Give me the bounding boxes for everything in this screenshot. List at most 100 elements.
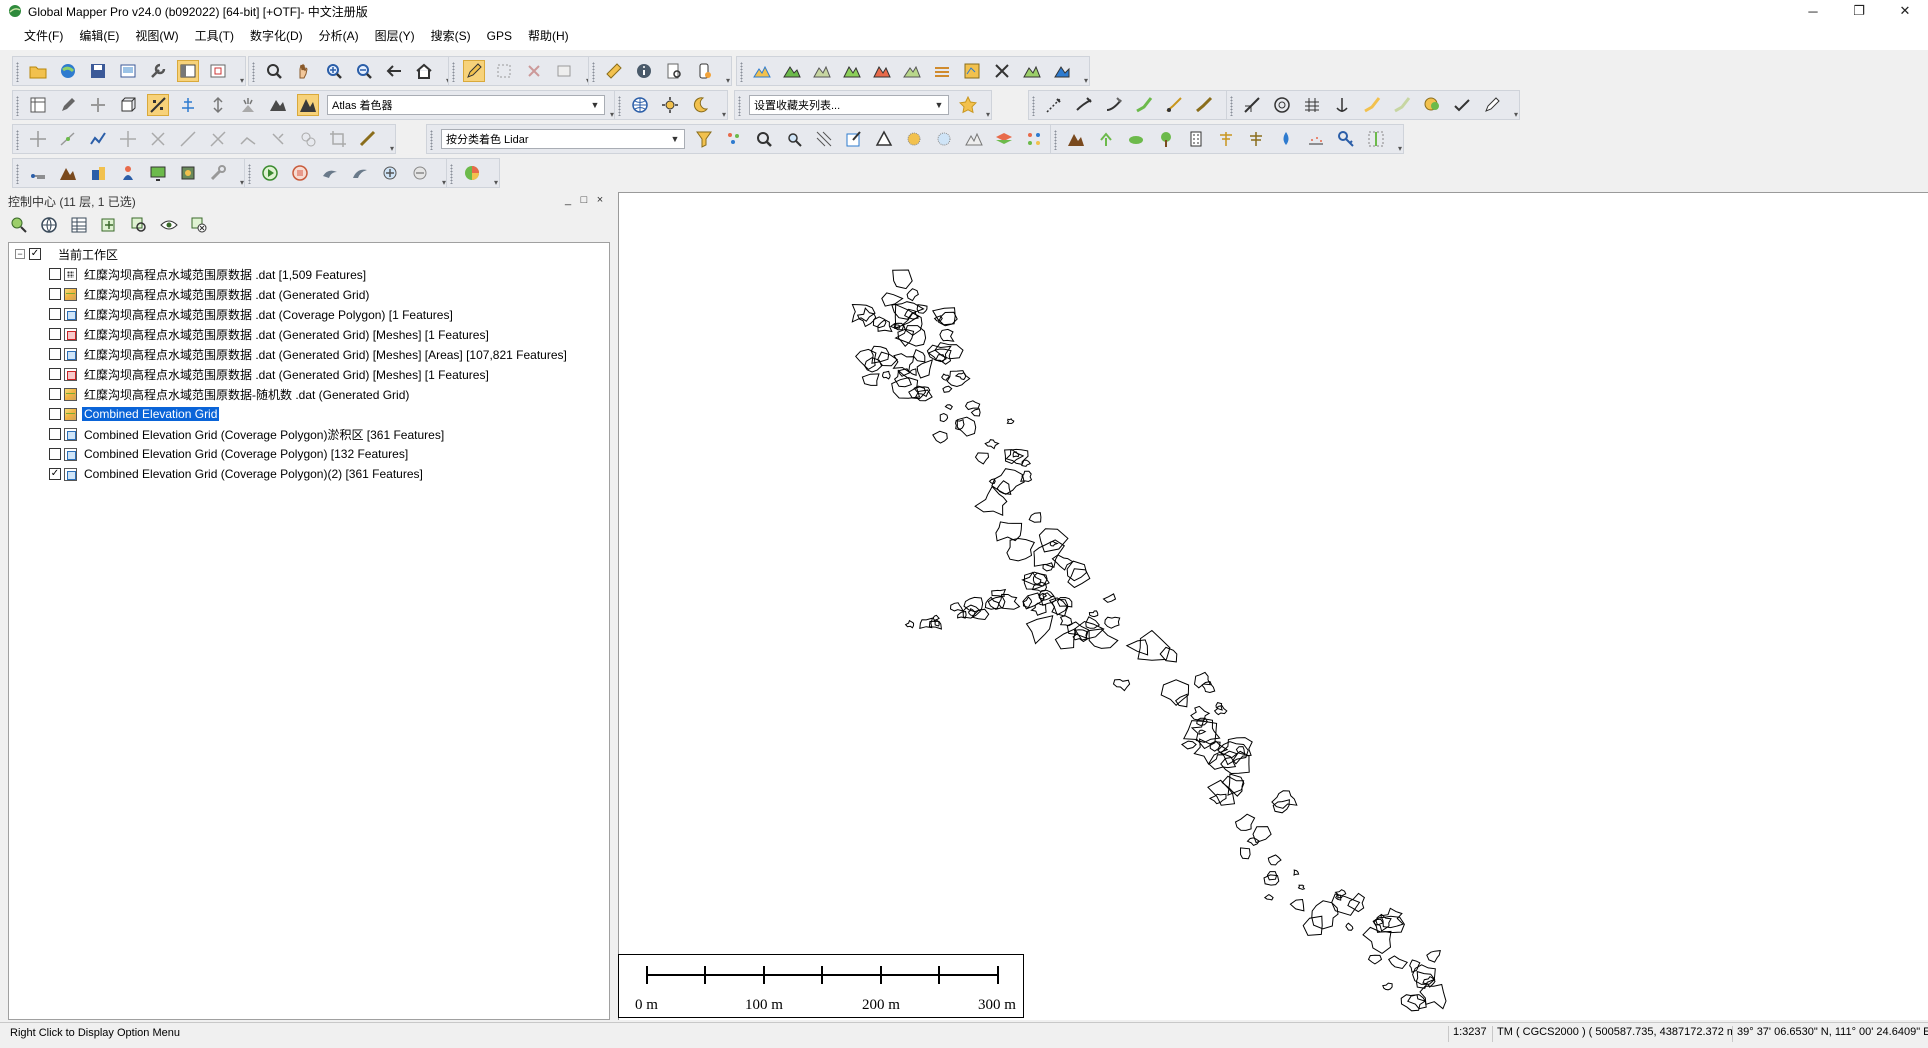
coverage-polygon[interactable] [932, 307, 956, 326]
coverage-polygon[interactable] [889, 322, 904, 331]
coverage-polygon[interactable] [944, 404, 953, 411]
contour-icon[interactable] [841, 60, 863, 82]
peaks-icon[interactable] [963, 128, 985, 150]
restore-button[interactable]: ❐ [1836, 0, 1882, 22]
attribute-grid-icon[interactable] [553, 60, 575, 82]
coverage-polygon[interactable] [954, 418, 965, 431]
projection-globe-icon[interactable] [38, 214, 60, 236]
coverage-polygon[interactable] [1051, 554, 1074, 571]
close-layer-icon[interactable] [188, 214, 210, 236]
vegetation-low-icon[interactable] [1095, 128, 1117, 150]
coverage-polygon[interactable] [939, 328, 955, 342]
move-cross-icon[interactable] [117, 128, 139, 150]
add-vertex-icon[interactable] [57, 128, 79, 150]
coverage-polygon[interactable] [942, 385, 953, 393]
coverage-polygon[interactable] [1198, 729, 1207, 735]
layer-checkbox[interactable] [49, 428, 61, 440]
coverage-polygon[interactable] [1367, 954, 1383, 965]
feature-split-icon[interactable] [87, 94, 109, 116]
vertical-exag-icon[interactable] [207, 94, 229, 116]
lidar-points-icon[interactable] [723, 128, 745, 150]
coverage-polygon[interactable] [995, 521, 1023, 542]
layer-checkbox[interactable] [49, 268, 61, 280]
watershed-icon[interactable] [871, 60, 893, 82]
layer-checkbox[interactable]: ✓ [49, 468, 61, 480]
lighting-icon[interactable] [237, 94, 259, 116]
layer-row[interactable]: Combined Elevation Grid [49, 405, 220, 423]
profile-cross-icon[interactable] [1365, 128, 1387, 150]
building-icon[interactable] [1185, 128, 1207, 150]
collapse-icon[interactable]: − [15, 249, 25, 259]
layer-list-icon[interactable] [27, 94, 49, 116]
menu-help[interactable]: 帮助(H) [520, 22, 577, 50]
layer-options-icon[interactable] [98, 214, 120, 236]
combine-terrain-icon[interactable] [991, 60, 1013, 82]
layer-row[interactable]: ✓ Combined Elevation Grid (Coverage Polyg… [49, 465, 425, 483]
menu-layer[interactable]: 图层(Y) [367, 22, 423, 50]
coverage-polygon[interactable] [1028, 512, 1042, 523]
feature-info-icon[interactable] [633, 60, 655, 82]
metadata-icon[interactable] [8, 214, 30, 236]
gps-tool-icon[interactable] [207, 162, 229, 184]
shader-mountain-icon[interactable] [297, 94, 319, 116]
daylight-shader-icon[interactable] [659, 94, 681, 116]
cut-fill-icon[interactable] [811, 60, 833, 82]
save-icon[interactable] [87, 60, 109, 82]
point-line-icon[interactable] [1163, 94, 1185, 116]
coverage-polygon[interactable] [856, 307, 877, 328]
minimize-button[interactable]: ─ [1790, 0, 1836, 22]
coverage-polygon[interactable] [991, 588, 1007, 597]
coverage-polygon[interactable] [1267, 854, 1282, 866]
layer-row[interactable]: Combined Elevation Grid (Coverage Polygo… [49, 445, 410, 463]
grid-tool-icon[interactable] [1301, 94, 1323, 116]
coverage-polygon[interactable] [964, 400, 981, 411]
terrain-profile-icon[interactable] [751, 60, 773, 82]
menu-edit[interactable]: 编辑(E) [71, 22, 127, 50]
layer-checkbox[interactable] [49, 328, 61, 340]
power-pole-icon[interactable] [1215, 128, 1237, 150]
coverage-polygon[interactable] [1252, 826, 1272, 844]
close-button[interactable]: ✕ [1882, 0, 1928, 22]
globe-grid-icon[interactable] [629, 94, 651, 116]
layers-stack-icon[interactable] [993, 128, 1015, 150]
lidar-settings-icon[interactable] [1023, 128, 1045, 150]
layer-checkbox[interactable] [49, 308, 61, 320]
panel-close-button[interactable]: × [592, 192, 608, 208]
cluster-icon[interactable] [903, 128, 925, 150]
coverage-polygon[interactable] [1049, 541, 1059, 547]
coverage-polygon[interactable] [1104, 616, 1121, 629]
coverage-polygon[interactable] [954, 372, 967, 381]
layer-checkbox[interactable] [49, 448, 61, 460]
coverage-polygon[interactable] [1054, 627, 1077, 650]
coverage-polygon[interactable] [912, 349, 926, 363]
layer-row[interactable]: 红糜沟坝高程点水域范围原数据-随机数 .dat (Generated Grid) [49, 385, 411, 403]
path-profile-icon[interactable] [663, 60, 685, 82]
zoom-to-layer-icon[interactable] [128, 214, 150, 236]
menu-analysis[interactable]: 分析(A) [311, 22, 367, 50]
water-level-icon[interactable] [177, 94, 199, 116]
select-rect-icon[interactable] [493, 60, 515, 82]
zoom-in-icon[interactable] [323, 60, 345, 82]
coverage-polygon[interactable] [949, 602, 965, 612]
coverage-polygon[interactable] [1426, 950, 1441, 963]
coverage-polygon[interactable] [946, 370, 971, 388]
scale-icon[interactable] [297, 128, 319, 150]
coverage-polygon[interactable] [932, 430, 948, 444]
menu-search[interactable]: 搜索(S) [423, 22, 479, 50]
coverage-polygon[interactable] [1293, 869, 1300, 876]
coverage-polygon[interactable] [987, 595, 1006, 610]
triangle-icon[interactable] [873, 128, 895, 150]
coverage-polygon[interactable] [932, 614, 940, 621]
coverage-polygon[interactable] [974, 485, 1008, 516]
home-icon[interactable] [413, 60, 435, 82]
tower-icon[interactable] [1245, 128, 1267, 150]
layer-row[interactable]: 红糜沟坝高程点水域范围原数据 .dat [1,509 Features] [49, 265, 368, 283]
noise-icon[interactable] [1305, 128, 1327, 150]
config-wrench-icon[interactable] [147, 60, 169, 82]
pale-line-icon[interactable] [1391, 94, 1413, 116]
map-view[interactable] [618, 192, 1928, 1020]
coverage-polygon[interactable] [861, 373, 880, 386]
gps-building-icon[interactable] [87, 162, 109, 184]
coverage-polygon[interactable] [1311, 900, 1339, 930]
gps-screen-icon[interactable] [147, 162, 169, 184]
